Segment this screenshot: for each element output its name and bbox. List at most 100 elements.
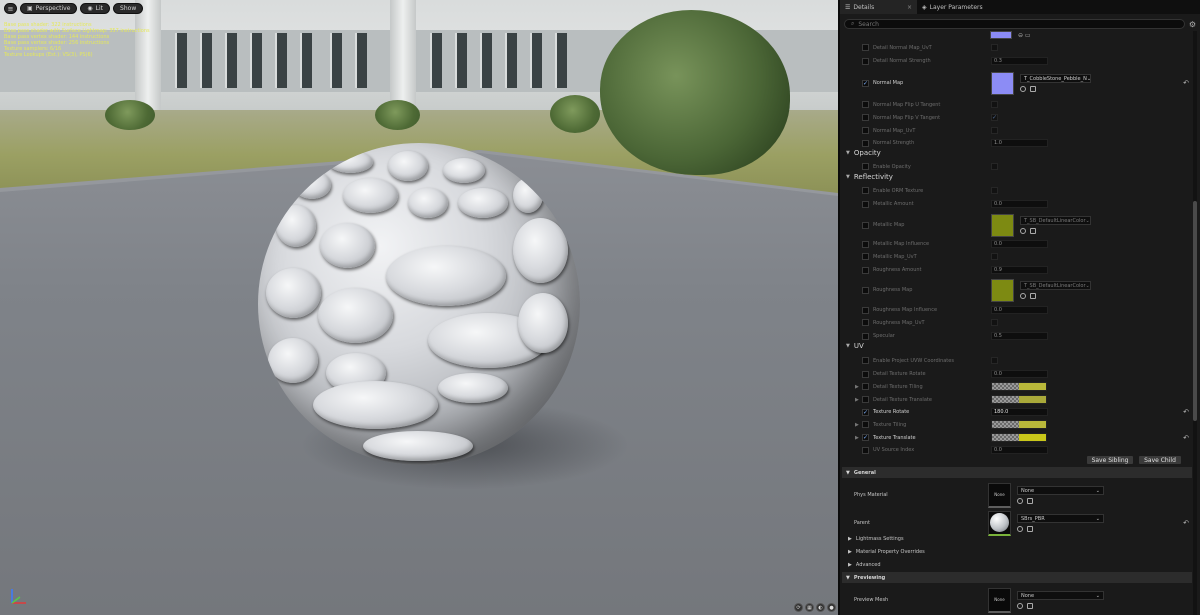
use-selected-icon[interactable] [1017,526,1023,532]
value-field[interactable]: 180.0 [991,408,1048,416]
value-field[interactable]: 1.0 [991,139,1048,147]
override-checkbox[interactable] [862,101,869,108]
browse-asset-icon[interactable] [1027,603,1033,609]
override-checkbox[interactable]: ✓ [862,79,869,87]
chevron-right-icon[interactable]: ▶ [855,422,859,428]
preview-mesh-dropdown[interactable]: None ⌄ [1017,591,1104,600]
normal-map-asset-picker[interactable]: T_CobbleStone_Pebble_N ⌄ [1020,74,1091,83]
override-checkbox[interactable] [862,221,869,229]
details-scrollbar[interactable] [1193,31,1197,615]
override-checkbox[interactable] [862,332,869,340]
value-field[interactable]: 0.5 [991,332,1048,340]
material-preview-viewport[interactable]: ≡ ▣ Perspective ◉ Lit Show Base pass shade… [0,0,838,615]
color-swatch[interactable] [991,433,1047,442]
roughness-map-asset-picker[interactable]: T_SB_DefaultLinearColor ⌄ [1020,281,1091,290]
override-checkbox[interactable] [862,383,869,390]
phys-material-dropdown[interactable]: None ⌄ [1017,486,1104,495]
override-checkbox[interactable] [862,253,869,260]
perspective-button[interactable]: ▣ Perspective [20,3,78,14]
metallic-map-thumbnail[interactable] [991,213,1014,237]
value-field[interactable]: 0.0 [991,200,1048,208]
normal-map-thumbnail[interactable] [991,71,1014,95]
override-checkbox[interactable] [862,114,869,121]
override-checkbox[interactable] [862,44,869,51]
save-child-button[interactable]: Save Child [1138,455,1182,465]
section-general[interactable]: ▼ General [842,467,1192,478]
category-uv[interactable]: ▼ UV [842,340,1192,352]
show-button[interactable]: Show [113,3,144,14]
override-checkbox[interactable] [862,286,869,294]
lightmass-settings-row[interactable]: ▶ Lightmass Settings [842,536,1192,542]
value-field[interactable]: 0.0 [991,370,1048,378]
value-checkbox[interactable] [991,187,998,194]
reset-to-default-icon[interactable]: ↶ [1183,79,1189,87]
value-checkbox[interactable] [991,163,998,170]
tab-layer-parameters[interactable]: ◈ Layer Parameters [917,0,988,14]
value-checkbox[interactable]: ✓ [991,114,998,121]
override-checkbox[interactable] [862,57,869,65]
roughness-map-thumbnail[interactable] [991,278,1014,302]
preview-mesh-thumbnail[interactable]: None [988,587,1011,613]
category-reflectivity[interactable]: ▼ Reflectivity [842,171,1192,183]
value-field[interactable]: 0.3 [991,57,1048,65]
override-checkbox[interactable] [862,139,869,147]
chevron-right-icon[interactable]: ▶ [855,397,859,403]
override-checkbox[interactable] [862,396,869,403]
browse-asset-icon[interactable] [1027,526,1033,532]
reset-to-default-icon[interactable]: ↶ [1183,408,1189,416]
realtime-icon[interactable]: ⟳ [794,603,803,612]
close-icon[interactable]: × [907,4,912,11]
use-selected-icon[interactable] [1020,228,1026,234]
value-field[interactable]: 0.9 [991,266,1048,274]
value-checkbox[interactable] [991,101,998,108]
browse-asset-icon[interactable] [1030,293,1036,299]
color-swatch[interactable] [991,420,1047,429]
override-checkbox[interactable] [862,127,869,134]
background-icon[interactable]: ◐ [816,603,825,612]
lit-button[interactable]: ◉ Lit [80,3,111,14]
value-field[interactable]: 0.0 [991,240,1048,248]
category-opacity[interactable]: ▼ Opacity [842,147,1192,159]
viewport-options-button[interactable]: ≡ [4,3,17,14]
color-swatch[interactable] [991,382,1047,391]
advanced-row[interactable]: ▶ Advanced [842,562,1192,568]
value-checkbox[interactable] [991,319,998,326]
override-checkbox[interactable] [862,370,869,378]
browse-asset-icon[interactable] [1030,86,1036,92]
use-selected-icon[interactable] [1017,603,1023,609]
gear-icon[interactable]: ⚙ [1189,20,1196,29]
override-checkbox[interactable] [862,266,869,274]
color-swatch[interactable] [991,395,1047,404]
override-checkbox[interactable] [862,163,869,170]
tab-details[interactable]: ☰ Details × [840,0,917,14]
override-checkbox[interactable]: ✓ [862,408,869,416]
browse-asset-icon[interactable] [1027,498,1033,504]
shape-icon[interactable]: ● [827,603,836,612]
override-checkbox[interactable] [862,187,869,194]
search-input[interactable] [858,20,1184,28]
override-checkbox[interactable] [862,319,869,326]
override-checkbox[interactable] [862,421,869,428]
detail-normal-thumb[interactable] [990,31,1012,39]
value-checkbox[interactable] [991,44,998,51]
value-checkbox[interactable] [991,357,998,364]
override-checkbox[interactable]: ✓ [862,434,869,441]
chevron-right-icon[interactable]: ▶ [855,435,859,441]
override-checkbox[interactable] [862,200,869,208]
use-selected-icon[interactable] [1020,86,1026,92]
chevron-right-icon[interactable]: ▶ [855,384,859,390]
parent-material-dropdown[interactable]: SBrs_PBR ⌄ [1017,514,1104,523]
parent-material-thumbnail[interactable] [988,510,1011,536]
override-checkbox[interactable] [862,240,869,248]
use-selected-icon[interactable] [1020,293,1026,299]
section-previewing[interactable]: ▼ Previewing [842,572,1192,583]
material-property-overrides-row[interactable]: ▶ Material Property Overrides [842,549,1192,555]
browse-icon[interactable]: ⊖ ▭ [1018,32,1031,39]
metallic-map-asset-picker[interactable]: T_SB_DefaultLinearColor ⌄ [1020,216,1091,225]
grid-icon[interactable]: ▦ [805,603,814,612]
reset-to-default-icon[interactable]: ↶ [1183,434,1189,442]
value-field[interactable]: 0.0 [991,446,1048,454]
value-checkbox[interactable] [991,127,998,134]
reset-to-default-icon[interactable]: ↶ [1183,519,1189,527]
browse-asset-icon[interactable] [1030,228,1036,234]
